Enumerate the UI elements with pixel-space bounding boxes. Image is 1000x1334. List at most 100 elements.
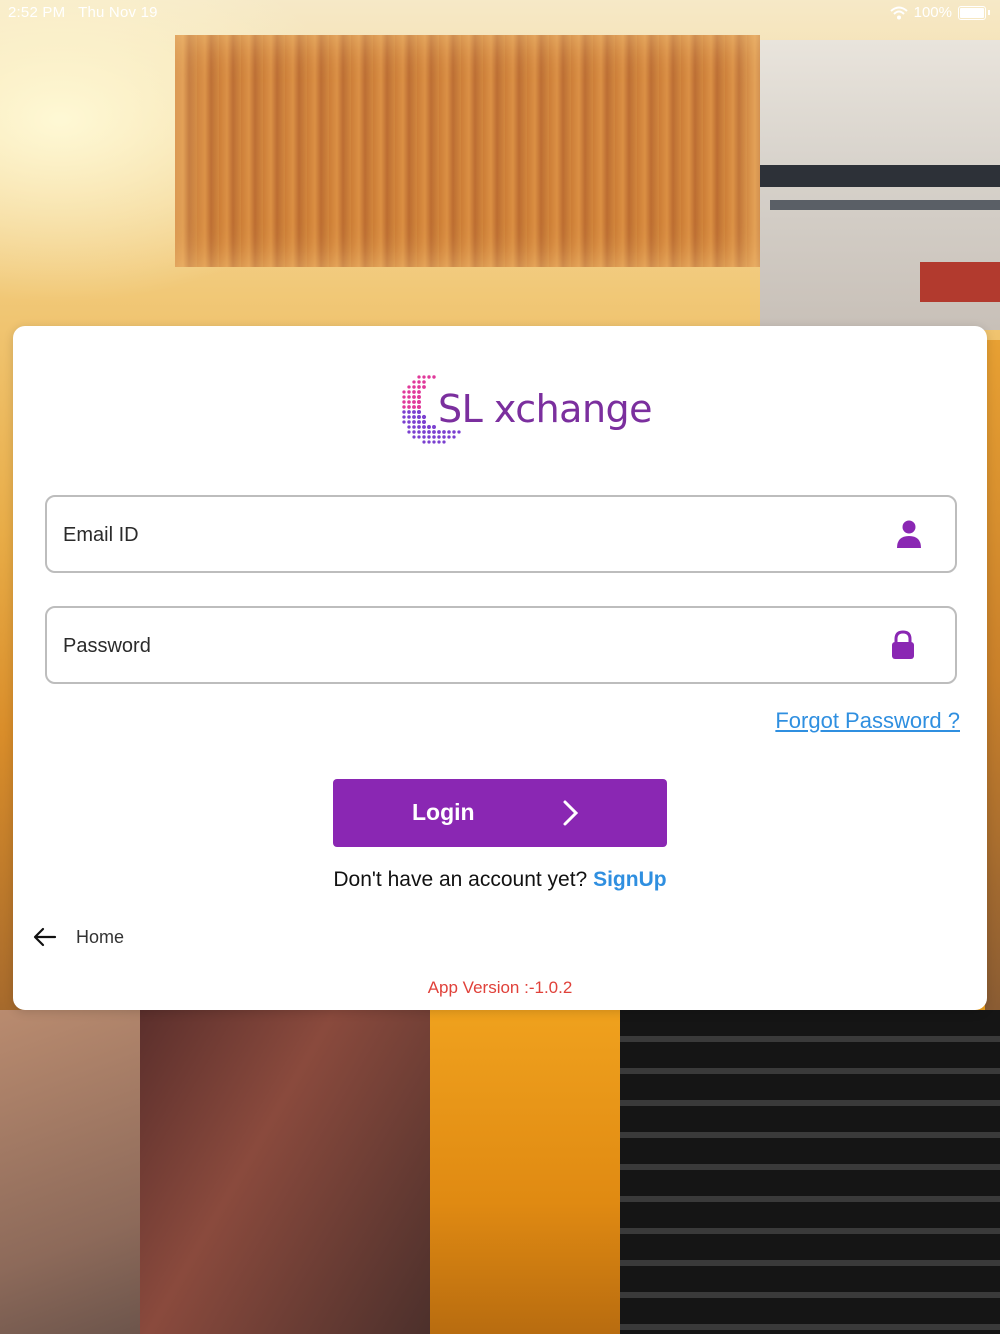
logo-dot (416, 404, 422, 410)
logo-dot (437, 435, 441, 439)
ship-deck-stripe (770, 200, 1000, 210)
chevron-right-icon (563, 800, 579, 826)
logo-dot (402, 415, 406, 419)
logo-dot (416, 399, 422, 405)
logo-dot (412, 390, 416, 394)
logo-dot (422, 440, 426, 444)
logo-dot (417, 420, 421, 424)
password-field[interactable] (45, 606, 957, 684)
forgot-password-link[interactable]: Forgot Password ? (775, 708, 960, 734)
logo-dot (422, 435, 426, 439)
email-field[interactable] (45, 495, 957, 573)
logo-dot (427, 375, 431, 379)
logo-dot (417, 430, 421, 434)
status-date: Thu Nov 19 (78, 4, 158, 21)
password-input[interactable] (61, 608, 865, 684)
logo-dot (417, 435, 421, 439)
logo-dot (417, 375, 421, 379)
app-version: App Version :-1.0.2 (427, 978, 573, 997)
logo-dot (452, 435, 456, 439)
login-button[interactable]: Login (333, 779, 667, 847)
status-time: 2:52 PM (8, 4, 66, 21)
logo-dot (427, 430, 431, 434)
logo-dot (412, 410, 416, 414)
signup-prompt-text: Don't have an account yet? (333, 868, 588, 891)
brand-name: SL xchange (438, 387, 653, 431)
email-input[interactable] (61, 497, 865, 573)
logo-dot (402, 390, 406, 394)
logo-dot (412, 420, 416, 424)
logo-dot (427, 440, 431, 444)
battery-tip (988, 10, 990, 15)
logo-dot (402, 400, 406, 404)
logo-dot (407, 405, 411, 409)
logo-dot (407, 390, 411, 394)
logo-dot (427, 435, 431, 439)
logo-dot (402, 420, 406, 424)
logo-dot (447, 435, 451, 439)
ship-deck-stripe (760, 165, 1000, 187)
logo-dot (402, 405, 406, 409)
logo-dot (421, 419, 427, 425)
logo-dot (417, 425, 421, 429)
logo-dot (432, 425, 436, 429)
logo-dot (402, 410, 406, 414)
logo-dot (412, 405, 416, 409)
logo-dot (407, 410, 411, 414)
login-button-label: Login (412, 799, 475, 825)
logo-dot (407, 385, 411, 389)
signup-link[interactable]: SignUp (593, 868, 667, 891)
signup-prompt: Don't have an account yet? SignUp (13, 868, 987, 892)
wifi-icon (889, 6, 908, 19)
logo-dot (417, 380, 421, 384)
logo-dot (422, 385, 426, 389)
logo-dot (412, 415, 416, 419)
trailer-image (140, 1010, 440, 1334)
logo-dot (412, 430, 416, 434)
logo-dot (417, 415, 421, 419)
logo-dot (412, 435, 416, 439)
logo-dot (402, 395, 406, 399)
logo-dot (407, 395, 411, 399)
arrow-left-icon (33, 927, 57, 947)
background-edge (985, 340, 1000, 1010)
logo-dot (427, 425, 431, 429)
lock-icon (892, 630, 914, 659)
logo-dot (412, 425, 416, 429)
logo-dot (421, 414, 427, 420)
logo-dot (442, 440, 446, 444)
logo-dot (437, 440, 441, 444)
logo-dot (412, 385, 416, 389)
logo-dot (407, 415, 411, 419)
logo-dot (407, 425, 411, 429)
logo-dot (407, 420, 411, 424)
person-icon (897, 520, 921, 548)
logo-dot (416, 409, 422, 415)
logo-dot (432, 430, 436, 434)
logo-dot (412, 395, 416, 399)
battery-icon (958, 5, 986, 20)
logo-dot (432, 435, 436, 439)
logo-dot (412, 380, 416, 384)
logo-dot (417, 395, 421, 399)
logo-dot (422, 430, 426, 434)
logo-dot (422, 425, 426, 429)
status-right: 100% (889, 4, 990, 21)
logo-dot (407, 400, 411, 404)
logo-dot (422, 380, 426, 384)
logo-dot (407, 430, 411, 434)
logo-dot (417, 390, 421, 394)
logo-dot (442, 435, 446, 439)
ship-detail (920, 262, 1000, 302)
home-label: Home (76, 926, 125, 947)
status-bar: 2:52 PM Thu Nov 19 100% (0, 0, 1000, 26)
login-card: SL xchange Forgot Password ? Login Don't… (13, 326, 987, 1010)
logo-dot (432, 375, 436, 379)
shipping-container-image (175, 35, 760, 267)
truck-grille (620, 1010, 1000, 1334)
home-back-button[interactable]: Home (33, 922, 124, 952)
battery-percent: 100% (913, 4, 952, 21)
logo-dot (412, 400, 416, 404)
logo-dot (417, 385, 421, 389)
logo-dot (432, 440, 436, 444)
